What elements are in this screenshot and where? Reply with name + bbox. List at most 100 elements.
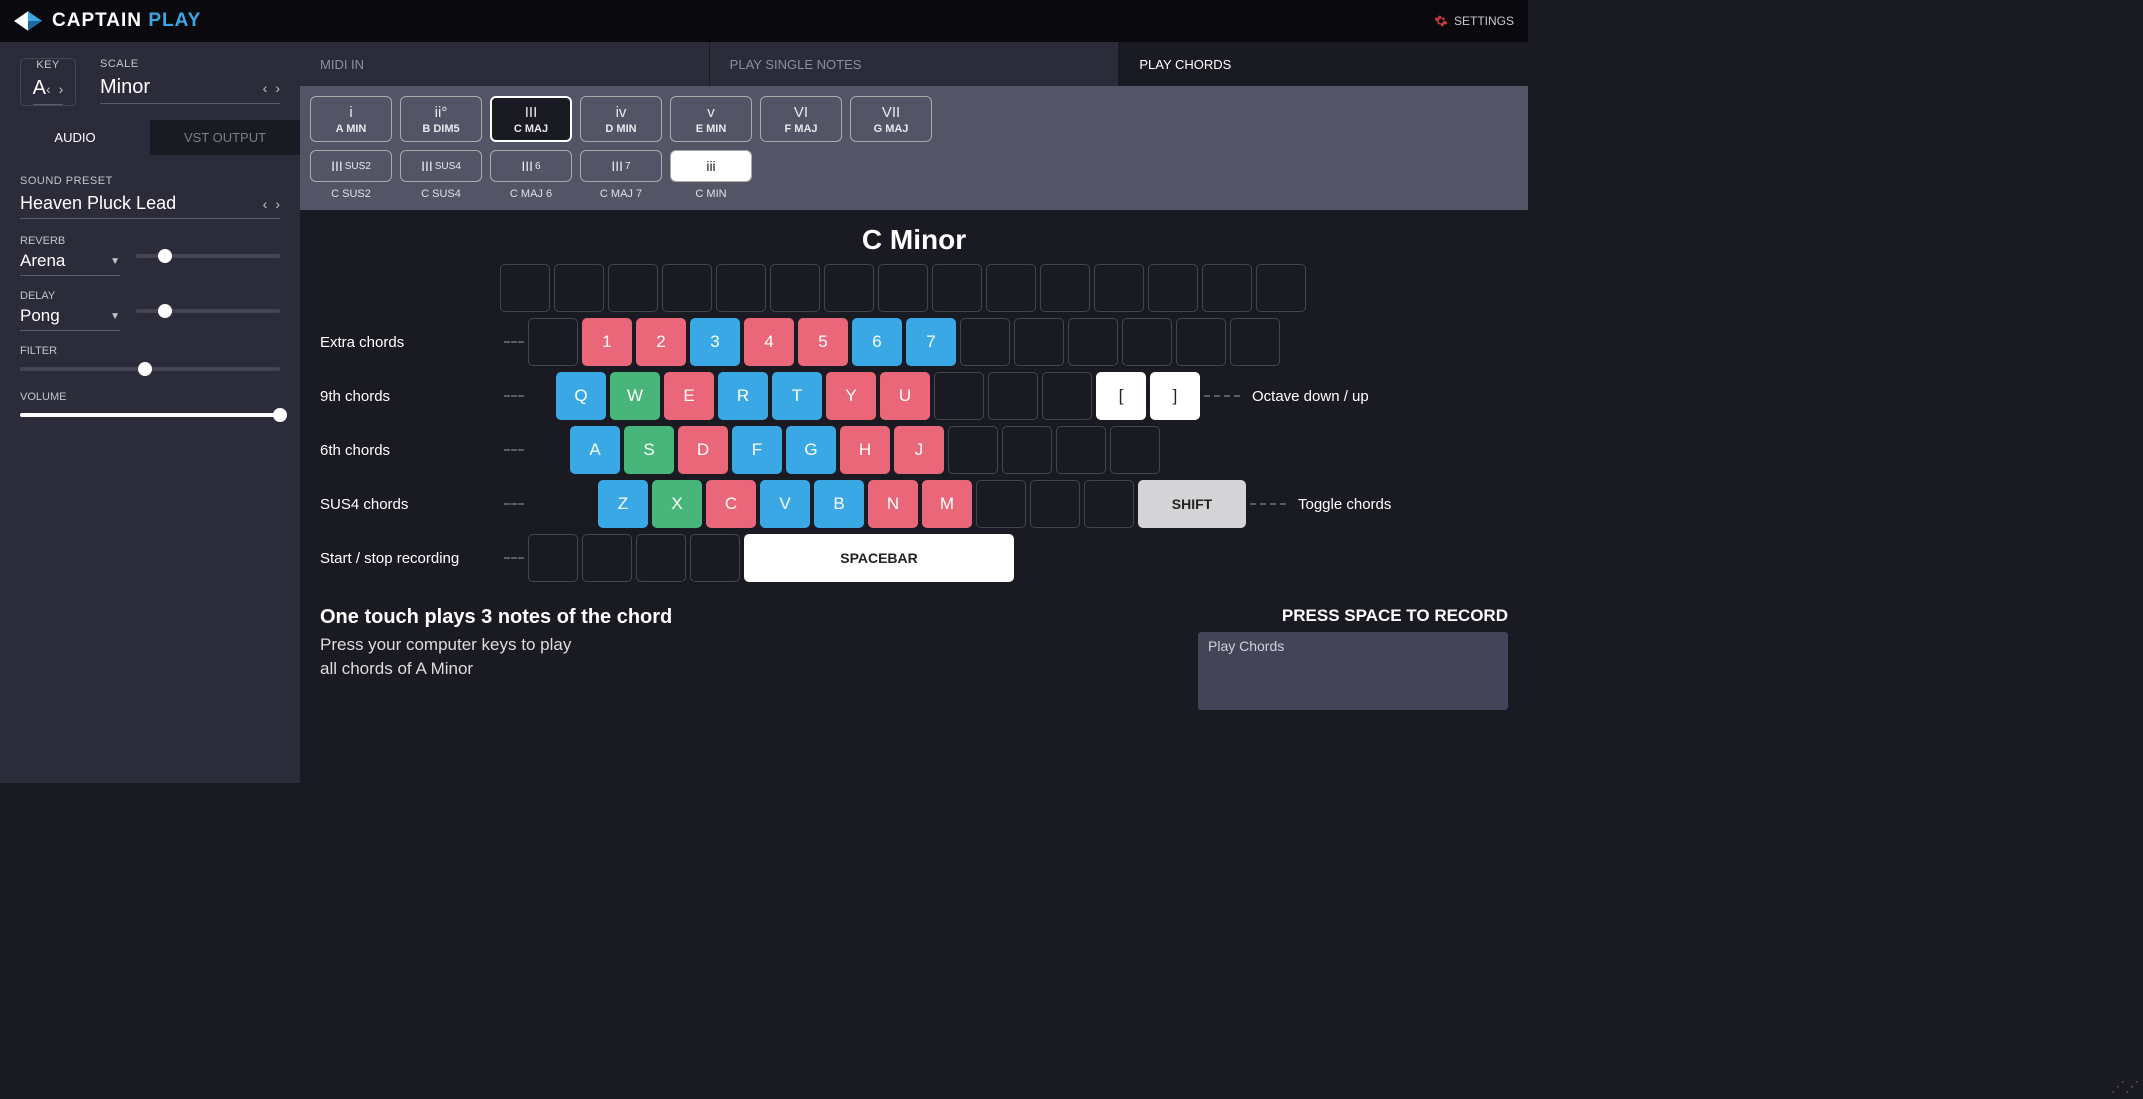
key-T[interactable]: T [772,372,822,420]
preset-value[interactable]: Heaven Pluck Lead [20,193,176,214]
chord-ext-3[interactable]: III7 [580,150,662,182]
key-M[interactable]: M [922,480,972,528]
key-empty [608,264,658,312]
preset-next-icon[interactable]: › [275,196,280,212]
settings-label: SETTINGS [1454,14,1514,28]
key-empty [1148,264,1198,312]
volume-label: VOLUME [20,391,280,403]
tab-play-chords[interactable]: PLAY CHORDS [1118,42,1528,86]
resize-grip-icon[interactable]: ⋰⋰ [2111,1078,2139,1095]
recording-box[interactable]: Play Chords [1198,632,1508,710]
chord-ext-2[interactable]: III6 [490,150,572,182]
key-J[interactable]: J [894,426,944,474]
scale-prev-icon[interactable]: ‹ [263,80,268,96]
key-empty [1230,318,1280,366]
delay-slider[interactable] [136,309,280,313]
chord-ext-1[interactable]: IIISUS4 [400,150,482,182]
reverb-select[interactable]: Arena▼ [20,251,120,276]
key-Q[interactable]: Q [556,372,606,420]
key-empty [1068,318,1118,366]
key-bracket-close[interactable]: ] [1150,372,1200,420]
chord-ext-4[interactable]: iii [670,150,752,182]
key-B[interactable]: B [814,480,864,528]
chord-degree-2[interactable]: IIIC MAJ [490,96,572,142]
tab-play-single-notes[interactable]: PLAY SINGLE NOTES [709,42,1119,86]
chord-degree-0[interactable]: iA MIN [310,96,392,142]
preset-prev-icon[interactable]: ‹ [263,196,268,212]
key-empty [986,264,1036,312]
row-label-sus4: SUS4 chords [320,496,500,513]
row-label-ninth: 9th chords [320,388,500,405]
key-empty [636,534,686,582]
key-U[interactable]: U [880,372,930,420]
chord-degree-3[interactable]: ivD MIN [580,96,662,142]
key-spacebar[interactable]: SPACEBAR [744,534,1014,582]
key-F[interactable]: F [732,426,782,474]
key-next-icon[interactable]: › [59,81,64,97]
key-empty [690,534,740,582]
chord-degree-1[interactable]: ii°B DIM5 [400,96,482,142]
key-value[interactable]: A [33,77,46,100]
key-shift[interactable]: SHIFT [1138,480,1246,528]
key-4[interactable]: 4 [744,318,794,366]
volume-slider[interactable] [20,413,280,417]
reverb-slider[interactable] [136,254,280,258]
key-5[interactable]: 5 [798,318,848,366]
scale-value[interactable]: Minor [100,76,150,99]
key-empty [1094,264,1144,312]
chord-degree-5[interactable]: VIF MAJ [760,96,842,142]
instruction-line2: all chords of A Minor [320,657,672,681]
key-G[interactable]: G [786,426,836,474]
key-W[interactable]: W [610,372,660,420]
key-Z[interactable]: Z [598,480,648,528]
key-prev-icon[interactable]: ‹ [46,81,51,97]
key-V[interactable]: V [760,480,810,528]
settings-button[interactable]: SETTINGS [1434,14,1514,28]
key-X[interactable]: X [652,480,702,528]
key-R[interactable]: R [718,372,768,420]
key-D[interactable]: D [678,426,728,474]
key-A[interactable]: A [570,426,620,474]
key-H[interactable]: H [840,426,890,474]
brand-captain: CAPTAIN [52,10,142,31]
scale-next-icon[interactable]: › [275,80,280,96]
key-empty [948,426,998,474]
key-7[interactable]: 7 [906,318,956,366]
key-empty [770,264,820,312]
key-empty [1042,372,1092,420]
row-label-sixth: 6th chords [320,442,500,459]
key-6[interactable]: 6 [852,318,902,366]
tab-vst-output[interactable]: VST OUTPUT [150,120,300,155]
key-label: KEY [36,59,60,71]
key-2[interactable]: 2 [636,318,686,366]
key-empty [976,480,1026,528]
key-S[interactable]: S [624,426,674,474]
key-1[interactable]: 1 [582,318,632,366]
key-N[interactable]: N [868,480,918,528]
scale-label: SCALE [100,58,280,70]
chevron-down-icon: ▼ [110,256,120,267]
instruction-line1: Press your computer keys to play [320,633,672,657]
chord-degree-4[interactable]: vE MIN [670,96,752,142]
key-C[interactable]: C [706,480,756,528]
instruction-title: One touch plays 3 notes of the chord [320,606,672,629]
filter-slider[interactable] [20,367,280,371]
key-empty [1056,426,1106,474]
key-bracket-open[interactable]: [ [1096,372,1146,420]
delay-select[interactable]: Pong▼ [20,306,120,331]
brand: CAPTAIN PLAY [14,10,201,32]
key-empty [960,318,1010,366]
key-empty [1014,318,1064,366]
row-label-extra: Extra chords [320,334,500,351]
tab-midi-in[interactable]: MIDI IN [300,42,709,86]
chord-ext-0[interactable]: IIISUS2 [310,150,392,182]
tab-audio[interactable]: AUDIO [0,120,150,155]
key-Y[interactable]: Y [826,372,876,420]
key-3[interactable]: 3 [690,318,740,366]
chord-selector-panel: iA MINii°B DIM5IIIC MAJivD MINvE MINVIF … [300,86,1528,210]
key-E[interactable]: E [664,372,714,420]
preset-label: SOUND PRESET [20,175,280,187]
delay-label: DELAY [20,290,120,302]
chord-degree-6[interactable]: VIIG MAJ [850,96,932,142]
key-empty [500,264,550,312]
